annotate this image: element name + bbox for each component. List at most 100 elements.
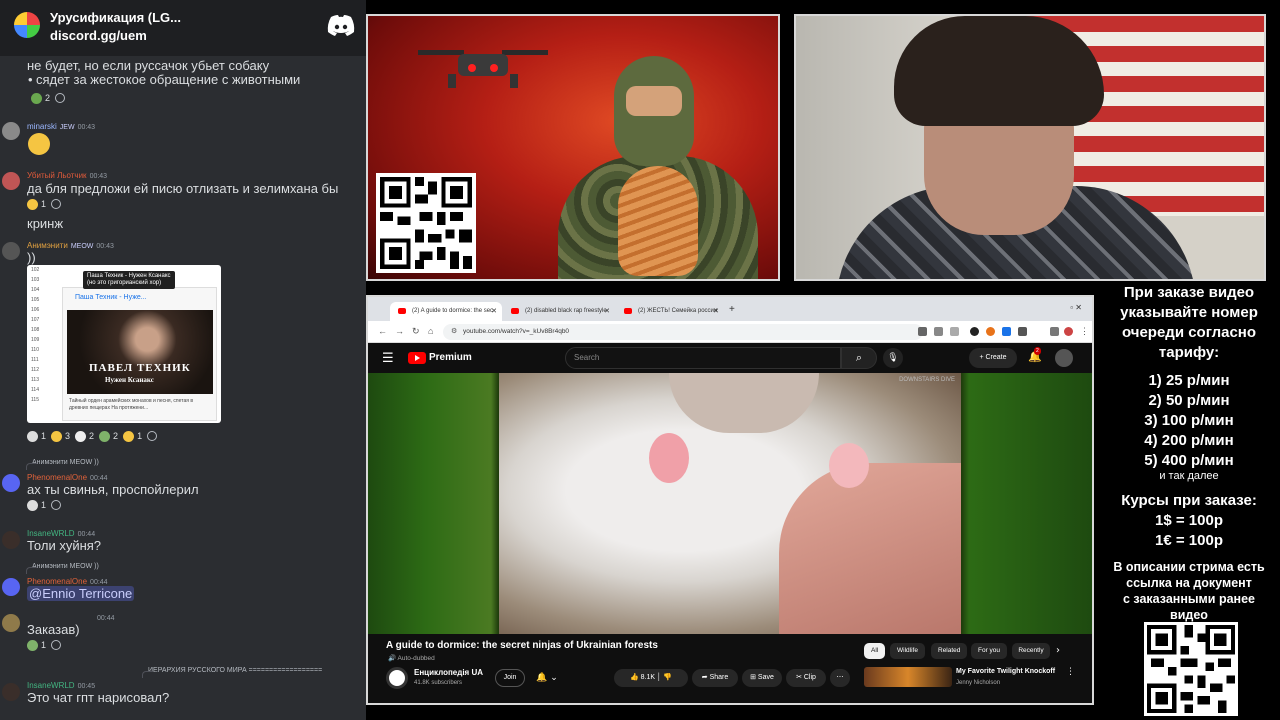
preview-title[interactable]: Паша Техник - Нуже...	[75, 294, 147, 301]
reaction[interactable]: 1	[27, 499, 46, 511]
chip-for-you[interactable]: For you	[971, 643, 1008, 659]
forward-icon[interactable]: →	[395, 326, 404, 336]
chip-all[interactable]: All	[864, 643, 886, 659]
reaction[interactable]: 2	[75, 430, 94, 442]
browser-menu-icon[interactable]: ⋮	[1080, 326, 1089, 337]
create-button[interactable]: + Create	[969, 348, 1017, 368]
back-icon[interactable]: ←	[378, 326, 387, 336]
zoom-icon[interactable]	[934, 327, 943, 336]
more-options-icon[interactable]: ⋮	[1066, 667, 1075, 677]
home-icon[interactable]: ⌂	[428, 326, 433, 336]
chevron-right-icon[interactable]: ›	[1056, 645, 1060, 656]
username[interactable]: InsaneWRLD 00:45	[27, 681, 95, 690]
youtube-logo-icon[interactable]	[408, 352, 426, 364]
reaction[interactable]: 2	[99, 430, 118, 442]
reaction[interactable]: 3	[51, 430, 70, 442]
add-reaction-icon[interactable]	[51, 640, 62, 650]
subscription-bell-icon[interactable]: 🔔 ⌄	[530, 669, 564, 687]
save-button[interactable]: ⊞ Save	[742, 669, 782, 687]
search-icon[interactable]: ⌕	[841, 347, 877, 369]
avatar[interactable]	[2, 122, 20, 140]
cat-illustration	[618, 166, 698, 276]
qr-code-icon[interactable]	[376, 173, 476, 273]
link-preview-card[interactable]: Паша Техник - Нуже... ПАВЕЛ ТЕХНИК Нужен…	[62, 287, 217, 421]
avatar[interactable]	[2, 242, 20, 260]
site-info-icon[interactable]: ⚙	[451, 327, 457, 335]
hamburger-menu-icon[interactable]: ☰	[382, 351, 394, 366]
avatar[interactable]	[2, 578, 20, 596]
close-tab-icon[interactable]: ✕	[713, 307, 719, 315]
reaction[interactable]: 2	[31, 92, 50, 104]
like-icon[interactable]: 👍	[630, 674, 639, 681]
row-number: 112	[31, 367, 39, 373]
embedded-screenshot[interactable]: 102 103 104 105 106 107 108 109 110 111 …	[27, 265, 221, 423]
add-reaction-icon[interactable]	[147, 431, 158, 441]
youtube-brand-label[interactable]: Premium	[429, 352, 472, 363]
reaction[interactable]: 1	[27, 639, 46, 651]
tab-search-icon[interactable]	[1050, 327, 1059, 336]
notifications-bell-icon[interactable]: 🔔 2	[1028, 347, 1042, 363]
username[interactable]: Убитый Льотчик 00:43	[27, 171, 107, 180]
microphone-icon[interactable]: 🎙	[883, 348, 903, 368]
puzzle-icon[interactable]	[1018, 327, 1027, 336]
extension-icon[interactable]	[970, 327, 979, 336]
username[interactable]: Анимэнити MEOW 00:43	[27, 241, 114, 250]
reply-reference[interactable]: ИЕРАРХИЯ РУССКОГО МИРА =================…	[141, 667, 322, 678]
dislike-icon[interactable]: 👎	[663, 674, 672, 681]
username[interactable]: PhenomenalOne 00:44	[27, 473, 108, 482]
browser-tab[interactable]: (2) ЖЕСТЬ! Семейка россии ✕	[616, 302, 724, 321]
chip-wildlife[interactable]: Wildlife	[890, 643, 925, 659]
row-number: 108	[31, 327, 40, 333]
like-dislike-group[interactable]: 👍 8.1K │ 👎	[614, 669, 688, 687]
bookmark-star-icon[interactable]	[950, 327, 959, 336]
extension-icon[interactable]	[986, 327, 995, 336]
channel-name[interactable]: Енциклопедія UA	[414, 668, 483, 677]
new-tab-icon[interactable]: +	[729, 304, 735, 315]
add-reaction-icon[interactable]	[51, 199, 62, 209]
clip-button[interactable]: ✂ Clip	[786, 669, 826, 687]
extension-icon[interactable]	[918, 327, 927, 336]
reply-reference[interactable]: Анимэнити MEOW ))	[26, 459, 99, 470]
qr-code-icon[interactable]	[1144, 622, 1238, 716]
share-button[interactable]: ➦ Share	[692, 669, 738, 687]
video-player[interactable]: DOWNSTAIRS DIVE	[368, 373, 1092, 634]
youtube-favicon-icon	[511, 308, 519, 314]
add-reaction-icon[interactable]	[51, 500, 62, 510]
reaction[interactable]: 1	[27, 430, 46, 442]
channel-avatar[interactable]	[386, 667, 408, 689]
reply-reference[interactable]: Анимэнити MEOW ))	[26, 563, 99, 574]
close-tab-icon[interactable]: ✕	[604, 307, 610, 315]
recommended-channel[interactable]: Jenny Nicholson	[956, 680, 1000, 686]
avatar[interactable]	[2, 683, 20, 701]
avatar[interactable]	[2, 614, 20, 632]
browser-tab[interactable]: (2) disabled black rap freestyle ✕	[503, 302, 615, 321]
recommended-title[interactable]: My Favorite Twilight Knockoff	[956, 668, 1055, 675]
add-reaction-icon[interactable]	[55, 93, 66, 103]
reload-icon[interactable]: ↻	[412, 326, 420, 337]
search-input[interactable]: Search	[565, 347, 841, 369]
avatar[interactable]	[2, 474, 20, 492]
join-button[interactable]: Join	[495, 669, 525, 687]
avatar[interactable]	[2, 172, 20, 190]
extension-icon[interactable]	[1002, 327, 1011, 336]
reaction[interactable]: 1	[27, 198, 46, 210]
account-avatar[interactable]	[1055, 349, 1073, 367]
row-number: 107	[31, 317, 40, 323]
chip-related[interactable]: Related	[931, 643, 968, 659]
avatar[interactable]	[2, 531, 20, 549]
profile-icon[interactable]	[1064, 327, 1073, 336]
chip-recently[interactable]: Recently	[1012, 643, 1050, 659]
user-mention[interactable]: @Ennio Terricone	[27, 586, 135, 601]
reaction[interactable]: 1	[123, 430, 142, 442]
url-input[interactable]: ⚙ youtube.com/watch?v=_kUv8Br4qb0	[443, 324, 923, 340]
server-invite-link[interactable]: discord.gg/uem	[50, 28, 147, 43]
username[interactable]: PhenomenalOne 00:44	[27, 577, 108, 586]
browser-tab[interactable]: (2) A guide to dormice: the sec ✕	[390, 302, 502, 321]
preview-description: Тайный орден арамейских монахов и песня,…	[69, 398, 193, 411]
username[interactable]: InsaneWRLD 00:44	[27, 529, 95, 538]
more-actions-icon[interactable]: ⋯	[830, 669, 850, 687]
close-tab-icon[interactable]: ✕	[491, 307, 497, 315]
window-controls[interactable]: ▫ ✕	[1070, 303, 1082, 312]
username[interactable]: minarski JEW 00:43	[27, 122, 95, 131]
recommended-thumbnail[interactable]	[864, 667, 952, 687]
